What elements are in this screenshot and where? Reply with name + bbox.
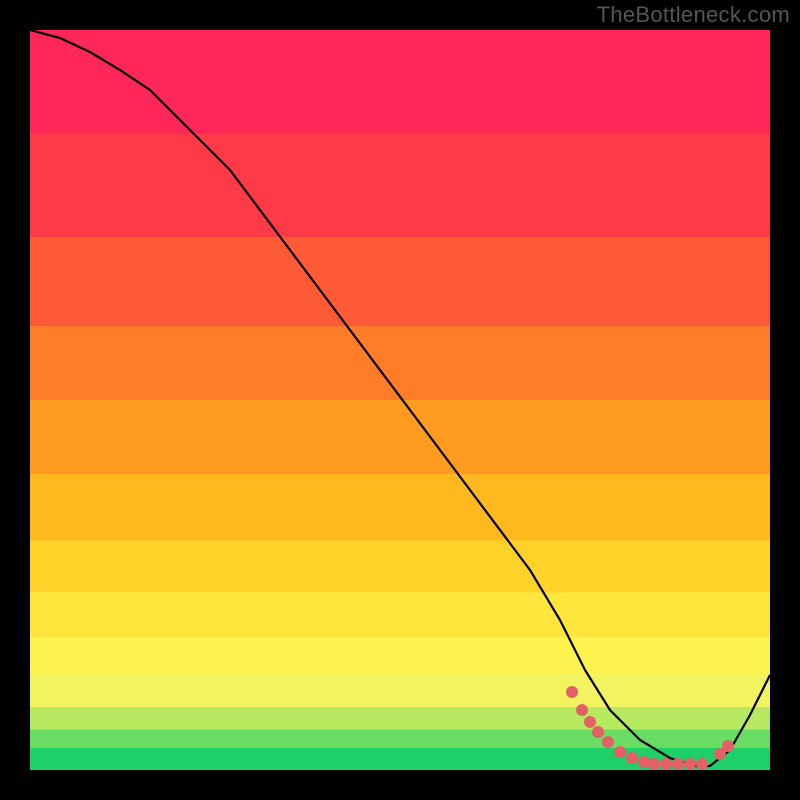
marker-dot [672, 758, 684, 770]
watermark-text: TheBottleneck.com [597, 2, 790, 28]
marker-dot [576, 704, 588, 716]
marker-dot [638, 756, 650, 768]
chart-container: TheBottleneck.com [0, 0, 800, 800]
marker-dot [626, 752, 638, 764]
marker-dot [602, 736, 614, 748]
plot-area [30, 30, 770, 770]
chart-svg [30, 30, 770, 770]
marker-dot [684, 758, 696, 770]
marker-dot [584, 716, 596, 728]
marker-dot [722, 740, 734, 752]
marker-dot [592, 726, 604, 738]
marker-dot [648, 758, 660, 770]
marker-dot [660, 758, 672, 770]
marker-dot [696, 758, 708, 770]
gradient-background [30, 30, 770, 770]
marker-dot [614, 746, 626, 758]
marker-dot [566, 686, 578, 698]
